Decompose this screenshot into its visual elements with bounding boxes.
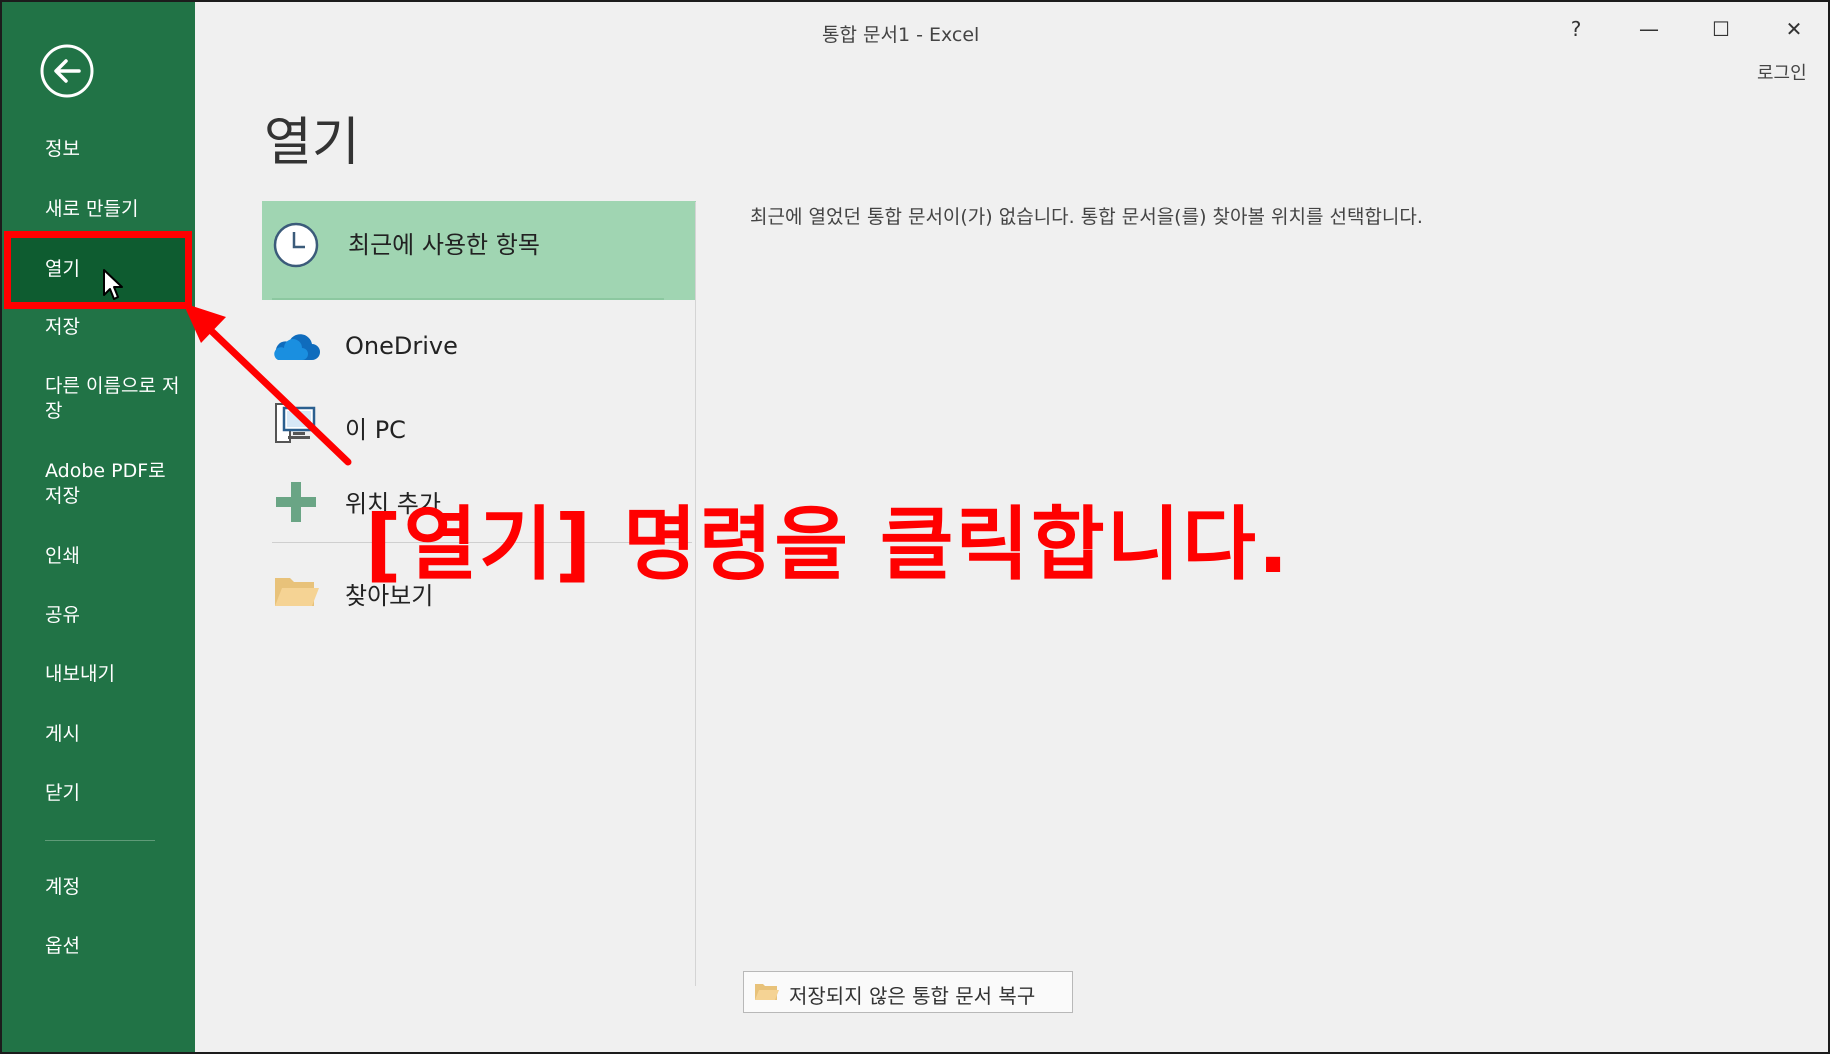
window-title: 통합 문서1 - Excel <box>822 24 980 46</box>
folder-icon <box>755 984 779 1000</box>
nav-print[interactable]: 인쇄 <box>45 544 80 569</box>
minimize-button[interactable]: — <box>1630 14 1668 44</box>
plus-icon <box>276 482 316 522</box>
nav-account[interactable]: 계정 <box>45 875 80 900</box>
maximize-button[interactable]: ☐ <box>1702 14 1740 44</box>
nav-save-adobe-pdf[interactable]: Adobe PDF로 저장 <box>45 459 185 509</box>
annotation-text: [열기] 명령을 클릭합니다. <box>365 498 1291 591</box>
login-link[interactable]: 로그인 <box>1757 59 1807 85</box>
nav-separator <box>45 840 155 841</box>
help-button[interactable]: ? <box>1557 14 1595 44</box>
nav-new[interactable]: 새로 만들기 <box>45 197 138 222</box>
no-recent-message: 최근에 열었던 통합 문서이(가) 없습니다. 통합 문서을(를) 찾아볼 위치… <box>750 206 1423 228</box>
location-recent[interactable]: 최근에 사용한 항목 <box>262 201 696 300</box>
cloud-icon <box>274 334 320 360</box>
page-title: 열기 <box>264 113 360 173</box>
recover-unsaved-button[interactable]: 저장되지 않은 통합 문서 복구 <box>743 971 1073 1013</box>
excel-backstage-window: 정보 새로 만들기 열기 저장 다른 이름으로 저장 Adobe PDF로 저장… <box>0 0 1830 1054</box>
clock-icon <box>273 222 319 268</box>
recover-unsaved-label: 저장되지 않은 통합 문서 복구 <box>789 984 1036 1008</box>
nav-export[interactable]: 내보내기 <box>45 662 115 687</box>
computer-icon <box>275 403 316 443</box>
close-window-button[interactable]: ✕ <box>1775 14 1813 44</box>
location-recent-label: 최근에 사용한 항목 <box>348 231 540 259</box>
location-onedrive-label: OneDrive <box>345 332 458 360</box>
folder-icon <box>275 578 319 606</box>
nav-info[interactable]: 정보 <box>45 137 80 162</box>
nav-save[interactable]: 저장 <box>45 315 80 340</box>
backstage-sidebar: 정보 새로 만들기 열기 저장 다른 이름으로 저장 Adobe PDF로 저장… <box>2 2 195 1052</box>
nav-close[interactable]: 닫기 <box>45 781 80 806</box>
nav-save-as[interactable]: 다른 이름으로 저장 <box>45 374 185 424</box>
nav-options[interactable]: 옵션 <box>45 934 80 959</box>
location-this-pc[interactable]: 이 PC <box>272 400 692 456</box>
nav-publish[interactable]: 게시 <box>45 722 80 747</box>
back-arrow-icon <box>40 44 94 98</box>
back-arrow-button[interactable] <box>39 43 95 99</box>
annotation-highlight-box <box>4 231 192 309</box>
nav-share[interactable]: 공유 <box>45 603 80 628</box>
recent-underline <box>272 298 664 300</box>
location-onedrive[interactable]: OneDrive <box>272 322 692 378</box>
location-this-pc-label: 이 PC <box>345 416 406 444</box>
